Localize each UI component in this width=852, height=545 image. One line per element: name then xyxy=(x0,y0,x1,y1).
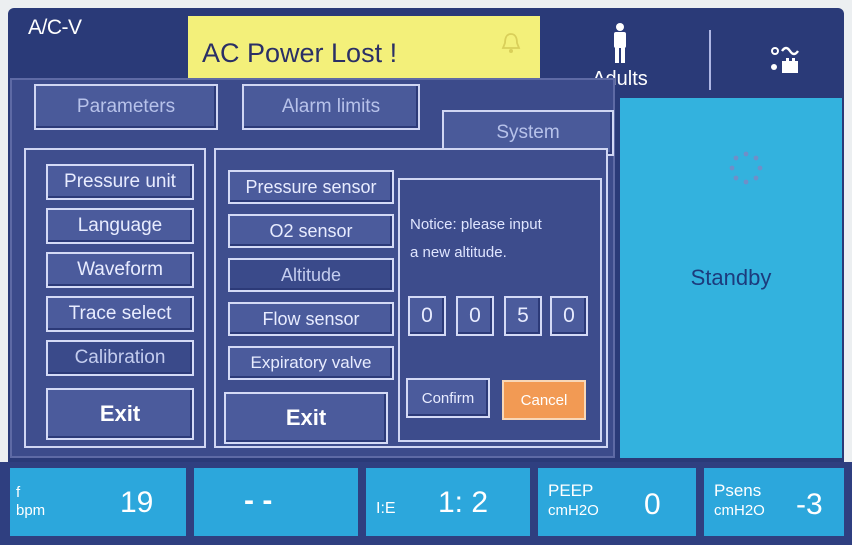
altitude-button[interactable]: Altitude xyxy=(228,258,394,292)
altitude-digit-2[interactable]: 0 xyxy=(456,296,494,336)
altitude-notice-line2: a new altitude. xyxy=(410,244,507,261)
expiratory-valve-button[interactable]: Expiratory valve xyxy=(228,346,394,380)
param-psens-label: Psens xyxy=(714,481,762,500)
pressure-unit-button[interactable]: Pressure unit xyxy=(46,164,194,200)
header-divider xyxy=(709,30,711,90)
person-icon xyxy=(614,23,626,63)
trace-select-button[interactable]: Trace select xyxy=(46,296,194,332)
param-peep-label: PEEP xyxy=(548,481,594,500)
param-peep-value: 0 xyxy=(644,488,661,521)
o2-sensor-button[interactable]: O2 sensor xyxy=(228,214,394,248)
bell-icon xyxy=(501,33,521,53)
calibration-exit-button[interactable]: Exit xyxy=(224,392,388,444)
param-ie-label: I:E xyxy=(376,500,396,517)
param-rate-value: 19 xyxy=(120,486,154,519)
tab-alarm-limits[interactable]: Alarm limits xyxy=(242,84,420,130)
waveform-button[interactable]: Waveform xyxy=(46,252,194,288)
param-cell-ie[interactable]: I:E 1: 2 xyxy=(366,468,530,536)
pressure-sensor-button[interactable]: Pressure sensor xyxy=(228,170,394,204)
language-button[interactable]: Language xyxy=(46,208,194,244)
param-psens-unit: cmH2O xyxy=(714,502,765,519)
param-empty-value: - - xyxy=(244,484,273,517)
param-cell-empty[interactable]: - - xyxy=(194,468,358,536)
param-rate-unit: bpm xyxy=(16,502,46,519)
ac-power-battery-icon xyxy=(771,46,799,73)
param-ie-value: 1: 2 xyxy=(438,486,489,519)
param-cell-peep[interactable]: PEEP cmH2O 0 xyxy=(538,468,696,536)
param-cell-rate[interactable]: f bpm 19 xyxy=(10,468,186,536)
altitude-digit-3[interactable]: 5 xyxy=(504,296,542,336)
param-psens-value: -3 xyxy=(796,488,823,521)
param-cell-psens[interactable]: Psens cmH2O -3 xyxy=(704,468,844,536)
alarm-message[interactable]: AC Power Lost ! xyxy=(188,16,540,86)
exit-button[interactable]: Exit xyxy=(46,388,194,440)
calibration-button[interactable]: Calibration xyxy=(46,340,194,376)
flow-sensor-button[interactable]: Flow sensor xyxy=(228,302,394,336)
standby-status[interactable]: Standby xyxy=(620,265,842,291)
altitude-digit-4[interactable]: 0 xyxy=(550,296,588,336)
tab-parameters[interactable]: Parameters xyxy=(34,84,218,130)
param-peep-unit: cmH2O xyxy=(548,502,599,519)
confirm-button[interactable]: Confirm xyxy=(406,378,490,418)
param-rate-label: f xyxy=(16,484,21,501)
cancel-button[interactable]: Cancel xyxy=(502,380,586,420)
ventilation-mode[interactable]: A/C-V xyxy=(28,16,168,56)
spinner-icon xyxy=(729,151,763,185)
altitude-notice-line1: Notice: please input xyxy=(410,216,542,233)
altitude-digit-1[interactable]: 0 xyxy=(408,296,446,336)
